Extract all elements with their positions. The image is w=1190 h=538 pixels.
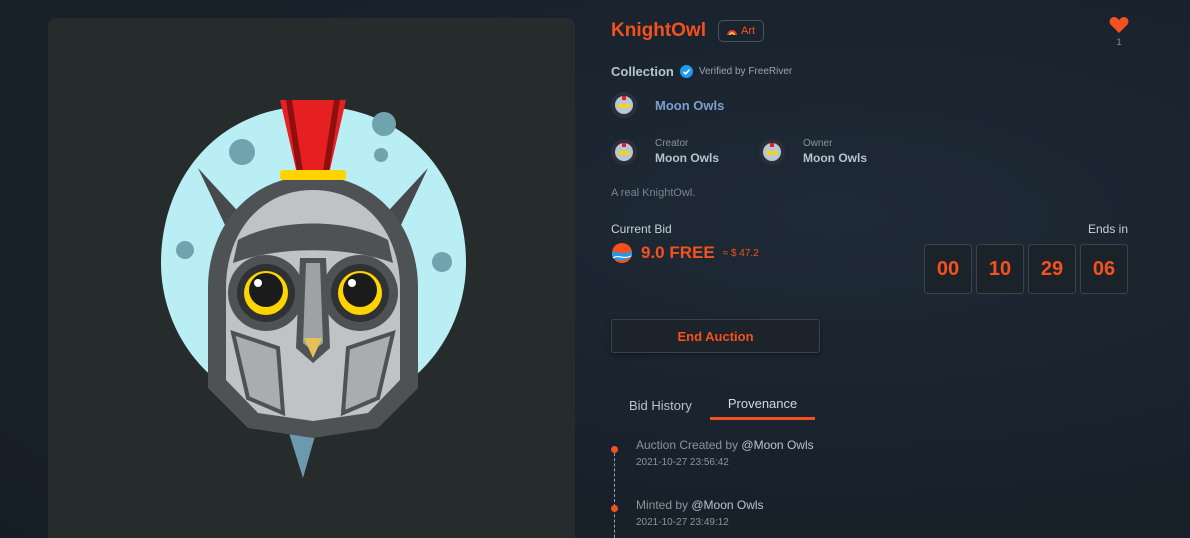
- owner-role: Owner: [803, 138, 833, 149]
- like-button[interactable]: 1: [1107, 16, 1131, 47]
- verified-by-text: Verified by FreeRiver: [698, 66, 793, 77]
- bid-usd-value: ≈ $ 47.2: [722, 247, 759, 259]
- provenance-user-link[interactable]: @Moon Owls: [691, 498, 763, 512]
- provenance-timestamp: 2021-10-27 23:49:12: [636, 517, 729, 528]
- knight-owl-artwork: [161, 100, 466, 478]
- timer-minutes: 29: [1028, 244, 1076, 294]
- collection-label: Collection: [611, 64, 674, 79]
- timeline-dot: [611, 505, 618, 512]
- timer-days: 00: [924, 244, 972, 294]
- timeline-line: [614, 448, 615, 538]
- owner-name: Moon Owls: [803, 151, 867, 165]
- free-token-icon: [612, 243, 632, 263]
- history-tabs: Bid History Provenance: [611, 390, 816, 420]
- owl-avatar-icon: [615, 142, 633, 161]
- current-bid-label: Current Bid: [611, 222, 672, 236]
- ends-in-label: Ends in: [1087, 222, 1128, 236]
- heart-icon: [1109, 17, 1129, 33]
- provenance-item: Minted by @Moon Owls 2021-10-27 23:49:12: [636, 498, 764, 528]
- collection-link[interactable]: Moon Owls: [611, 92, 724, 118]
- owner-avatar: [759, 138, 785, 165]
- countdown-timer: 00 10 29 06: [924, 244, 1128, 294]
- current-bid: 9.0 FREE ≈ $ 47.2: [611, 242, 759, 264]
- timeline-dot: [611, 446, 618, 453]
- tab-provenance[interactable]: Provenance: [709, 390, 816, 420]
- provenance-user-link[interactable]: @Moon Owls: [741, 438, 813, 452]
- category-label: Art: [740, 25, 756, 37]
- provenance-action: Minted by: [636, 498, 692, 512]
- tab-bid-history[interactable]: Bid History: [611, 390, 710, 420]
- timer-hours: 10: [976, 244, 1024, 294]
- provenance-timestamp: 2021-10-27 23:56:42: [636, 457, 729, 468]
- category-badge[interactable]: Art: [717, 20, 765, 42]
- owner-link[interactable]: Owner Moon Owls: [759, 138, 867, 165]
- asset-details: KnightOwl Art 1 Collection Verified by F…: [611, 0, 1190, 538]
- asset-title: KnightOwl: [611, 20, 706, 41]
- owl-avatar-icon: [615, 96, 633, 114]
- creator-avatar: [611, 138, 637, 165]
- bid-value: 9.0 FREE: [641, 243, 715, 262]
- creator-name: Moon Owls: [655, 151, 719, 165]
- verified-check-icon: [679, 65, 693, 78]
- timer-seconds: 06: [1080, 244, 1128, 294]
- provenance-action: Auction Created by: [636, 438, 742, 452]
- collection-name: Moon Owls: [655, 97, 725, 113]
- like-count: 1: [1116, 37, 1122, 47]
- collection-row: Collection Verified by FreeRiver: [611, 64, 792, 79]
- end-auction-button[interactable]: End Auction: [611, 319, 820, 353]
- creator-link[interactable]: Creator Moon Owls: [611, 138, 719, 165]
- artwork-panel: [48, 18, 575, 538]
- rainbow-icon: [726, 30, 737, 36]
- asset-description: A real KnightOwl.: [611, 187, 696, 199]
- provenance-item: Auction Created by @Moon Owls 2021-10-27…: [636, 438, 814, 468]
- creator-role: Creator: [655, 138, 689, 149]
- owl-avatar-icon: [763, 142, 781, 161]
- title-row: KnightOwl Art: [611, 20, 765, 42]
- collection-avatar: [611, 92, 637, 118]
